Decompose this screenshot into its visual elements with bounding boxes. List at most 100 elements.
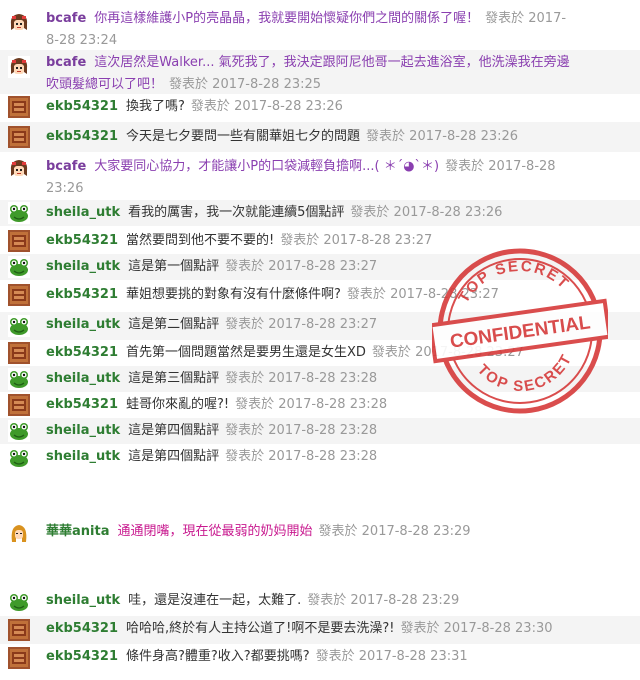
username[interactable]: 華華anita [46, 524, 109, 539]
username[interactable]: sheila_utk [46, 317, 120, 332]
posted-label: 發表於 [225, 449, 265, 464]
posted-label: 發表於 [190, 99, 230, 114]
posted-label: 發表於 [225, 259, 265, 274]
posted-label: 發表於 [307, 593, 347, 608]
timestamp: 2017-8-28 23:26 [409, 129, 519, 144]
stone-avatar-icon[interactable] [8, 342, 30, 364]
username[interactable]: bcafe [46, 159, 86, 174]
chat-message: sheila_utk 這是第四個點評 發表於 2017-8-28 23:28 [0, 418, 640, 444]
posted-label: 發表於 [225, 423, 265, 438]
message-text: 哈哈哈,終於有人主持公道了!啊不是要去洗澡?! [126, 621, 395, 636]
girl-avatar-icon[interactable] [8, 56, 30, 78]
username[interactable]: bcafe [46, 11, 86, 26]
timestamp: 2017-8-28 23:28 [278, 397, 388, 412]
message-text: 條件身高?體重?收入?都要挑嗎? [126, 649, 310, 664]
username[interactable]: sheila_utk [46, 205, 120, 220]
message-text: 首先第一個問題當然是要男生還是女生XD [126, 345, 366, 360]
message-line: ekb54321 條件身高?體重?收入?都要挑嗎? 發表於 2017-8-28 23… [46, 644, 640, 670]
timestamp: 2017-8-28 23:29 [361, 524, 471, 539]
posted-label: 發表於 [445, 159, 485, 174]
chat-message: bcafe 大家要同心協力，才能讓小P的口袋減輕負擔啊...( ＊´◕`＊) 發表於… [0, 154, 640, 198]
username[interactable]: ekb54321 [46, 345, 118, 360]
posted-label: 發表於 [371, 345, 411, 360]
girl-avatar-icon[interactable] [8, 12, 30, 34]
stone-avatar-icon[interactable] [8, 394, 30, 416]
anita-avatar-icon[interactable] [8, 522, 30, 544]
timestamp: 2017-8-28 23:27 [323, 233, 433, 248]
posted-label: 發表於 [366, 129, 406, 144]
username[interactable]: ekb54321 [46, 129, 118, 144]
chat-message: 華華anita 通通閉嘴，現在從最弱的奶妈開始 發表於 2017-8-28 23:2… [0, 519, 640, 547]
username[interactable]: sheila_utk [46, 371, 120, 386]
message-line: sheila_utk 哇，還是沒連在一起，太難了. 發表於 2017-8-28 23… [46, 588, 640, 614]
stamp-bottom-text: TOP SECRET [472, 349, 579, 402]
stone-avatar-icon[interactable] [8, 647, 30, 669]
username[interactable]: bcafe [46, 55, 86, 70]
username[interactable]: ekb54321 [46, 233, 118, 248]
chat-message: ekb54321 條件身高?體重?收入?都要挑嗎? 發表於 2017-8-28 23… [0, 644, 640, 672]
message-text: 這是第二個點評 [128, 317, 220, 332]
message-text: 今天是七夕要問一些有關華姐七夕的問題 [126, 129, 361, 144]
frog-avatar-icon[interactable] [8, 315, 30, 337]
message-text: 這是第三個點評 [128, 371, 220, 386]
timestamp: 2017-8-28 23:25 [212, 77, 322, 92]
message-text: 這次居然是Walker... 氣死我了，我決定跟阿尼他哥一起去進浴室，他洗澡我在… [94, 55, 570, 70]
frog-avatar-icon[interactable] [8, 420, 30, 442]
stone-avatar-icon[interactable] [8, 230, 30, 252]
message-text: 吹頭髮總可以了吧！ [46, 77, 164, 92]
message-line: ekb54321 哈哈哈,終於有人主持公道了!啊不是要去洗澡?! 發表於 2017-… [46, 616, 640, 642]
username[interactable]: ekb54321 [46, 287, 118, 302]
stone-avatar-icon[interactable] [8, 619, 30, 641]
message-line: sheila_utk 看我的厲害，我一次就能連續5個點評 發表於 2017-8-28… [46, 200, 640, 226]
timestamp: 2017-8-28 23:27 [268, 259, 378, 274]
chat-message: bcafe 這次居然是Walker... 氣死我了，我決定跟阿尼他哥一起去進浴室，… [0, 50, 640, 94]
timestamp: 2017-8-28 [488, 159, 556, 174]
frog-avatar-icon[interactable] [8, 256, 30, 278]
username[interactable]: ekb54321 [46, 397, 118, 412]
frog-avatar-icon[interactable] [8, 447, 30, 469]
username[interactable]: ekb54321 [46, 621, 118, 636]
message-line: 華華anita 通通閉嘴，現在從最弱的奶妈開始 發表於 2017-8-28 23:2… [46, 519, 640, 545]
message-text: 當然要問到他不要不要的! [126, 233, 275, 248]
message-line: bcafe 你再這樣維護小P的亮晶晶，我就要開始懷疑你們之間的關係了喔！ 發表於 2… [46, 8, 640, 52]
username[interactable]: ekb54321 [46, 99, 118, 114]
chat-message: sheila_utk 這是第四個點評 發表於 2017-8-28 23:28 [0, 444, 640, 472]
message-line: sheila_utk 這是第四個點評 發表於 2017-8-28 23:28 [46, 444, 640, 470]
username[interactable]: sheila_utk [46, 449, 120, 464]
message-line: ekb54321 今天是七夕要問一些有關華姐七夕的問題 發表於 2017-8-28 … [46, 122, 640, 152]
message-text: 看我的厲害，我一次就能連續5個點評 [128, 205, 345, 220]
chat-message: sheila_utk 看我的厲害，我一次就能連續5個點評 發表於 2017-8-28… [0, 200, 640, 226]
username[interactable]: sheila_utk [46, 423, 120, 438]
frog-avatar-icon[interactable] [8, 368, 30, 390]
chat-message: ekb54321 換我了嗎? 發表於 2017-8-28 23:26 [0, 94, 640, 120]
timestamp: 2017-8-28 23:31 [358, 649, 468, 664]
timestamp: 2017-8-28 23:30 [443, 621, 553, 636]
posted-label: 發表於 [315, 649, 355, 664]
posted-label: 發表於 [235, 397, 275, 412]
posted-label: 發表於 [346, 287, 386, 302]
stone-avatar-icon[interactable] [8, 284, 30, 306]
username[interactable]: ekb54321 [46, 649, 118, 664]
girl-avatar-icon[interactable] [8, 158, 30, 180]
timestamp: 2017-8-28 23:28 [268, 449, 378, 464]
chat-message: ekb54321 今天是七夕要問一些有關華姐七夕的問題 發表於 2017-8-28 … [0, 122, 640, 152]
chat-message: bcafe 你再這樣維護小P的亮晶晶，我就要開始懷疑你們之間的關係了喔！ 發表於 2… [0, 6, 640, 50]
timestamp: 2017-8-28 23:27 [268, 317, 378, 332]
posted-label: 發表於 [225, 371, 265, 386]
timestamp: 2017-8-28 23:26 [393, 205, 503, 220]
stone-avatar-icon[interactable] [8, 96, 30, 118]
posted-label: 發表於 [280, 233, 320, 248]
stone-avatar-icon[interactable] [8, 126, 30, 148]
username[interactable]: sheila_utk [46, 259, 120, 274]
message-line: bcafe 大家要同心協力，才能讓小P的口袋減輕負擔啊...( ＊´◕`＊) 發表於… [46, 156, 640, 200]
frog-avatar-icon[interactable] [8, 591, 30, 613]
timestamp: 2017-8-28 23:28 [268, 371, 378, 386]
frog-avatar-icon[interactable] [8, 202, 30, 224]
message-line: bcafe 這次居然是Walker... 氣死我了，我決定跟阿尼他哥一起去進浴室，… [46, 52, 640, 96]
message-text: 這是第一個點評 [128, 259, 220, 274]
username[interactable]: sheila_utk [46, 593, 120, 608]
message-text: 這是第四個點評 [128, 449, 220, 464]
message-text: 哇，還是沒連在一起，太難了. [128, 593, 302, 608]
message-text: 通通閉嘴，現在從最弱的奶妈開始 [117, 524, 313, 539]
posted-label: 發表於 [318, 524, 358, 539]
